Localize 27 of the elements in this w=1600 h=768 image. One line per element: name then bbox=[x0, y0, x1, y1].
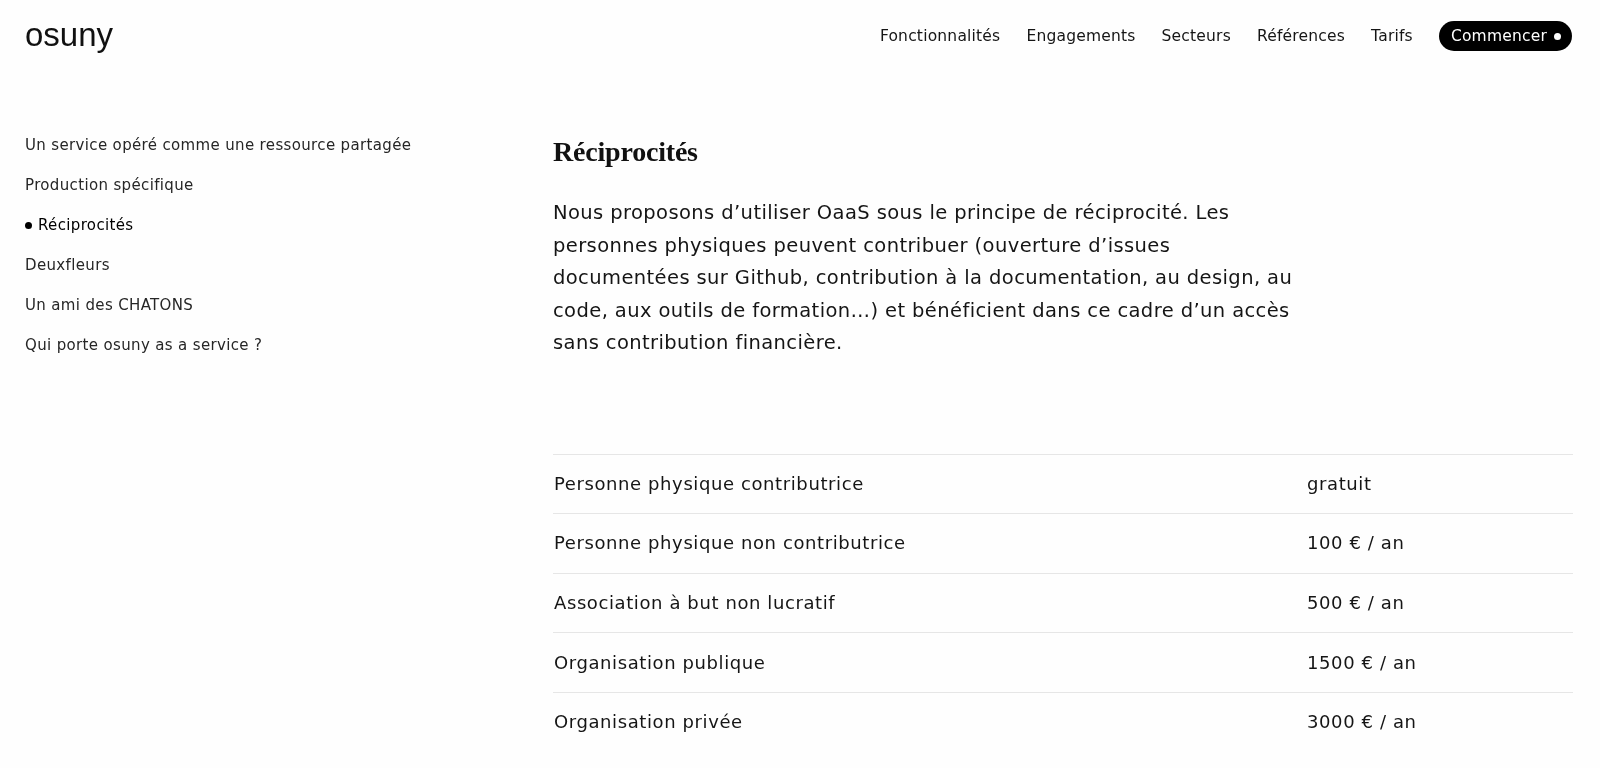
sidebar-item[interactable]: Qui porte osuny as a service ? bbox=[25, 335, 263, 355]
sidebar-item[interactable]: Deuxfleurs bbox=[25, 255, 110, 275]
table-cell: Personne physique non contributrice bbox=[553, 531, 906, 556]
price-cell: 1500 € / an bbox=[1307, 650, 1417, 675]
start-button[interactable]: Commencer bbox=[1438, 21, 1572, 51]
nav-link[interactable]: Engagements bbox=[1026, 27, 1136, 45]
paragraph: Nous proposons d’utiliser OaaS sous le principe de réciprocité. Les personnes physiques peuvent contribuer (ouverture d’issues documentées sur Github, contribution à la documentation, au design, au code, aux outils de formation…) et bénéficient dans ce cadre d’un accès sans contribution financière. bbox=[553, 200, 1294, 356]
nav-link[interactable]: Fonctionnalités bbox=[879, 27, 1001, 45]
nav-link[interactable]: Secteurs bbox=[1161, 27, 1231, 45]
sidebar-item[interactable]: Réciprocités bbox=[25, 215, 134, 235]
section-title: Réciprocités bbox=[553, 135, 698, 169]
table-cell: Organisation privée bbox=[553, 710, 743, 735]
sidebar-item[interactable]: Un ami des CHATONS bbox=[25, 295, 194, 315]
dot-icon bbox=[1554, 32, 1561, 40]
sidebar-item[interactable]: Un service opéré comme une ressource partagée bbox=[25, 135, 412, 155]
price-cell: 100 € / an bbox=[1307, 531, 1405, 556]
sidebar-item[interactable]: Production spécifique bbox=[25, 175, 194, 195]
price-cell: 3000 € / an bbox=[1307, 710, 1417, 735]
bullet-icon bbox=[25, 221, 32, 229]
table-cell: Association à but non lucratif bbox=[553, 591, 836, 615]
table-cell: Organisation publique bbox=[553, 650, 766, 675]
price-cell: gratuit bbox=[1307, 471, 1372, 496]
nav-link[interactable]: Tarifs bbox=[1371, 27, 1413, 45]
nav-link[interactable]: Références bbox=[1256, 27, 1346, 45]
logo[interactable]: osuny bbox=[25, 17, 114, 53]
price-cell: 500 € / an bbox=[1307, 591, 1405, 615]
table-cell: Personne physique contributrice bbox=[553, 471, 864, 496]
